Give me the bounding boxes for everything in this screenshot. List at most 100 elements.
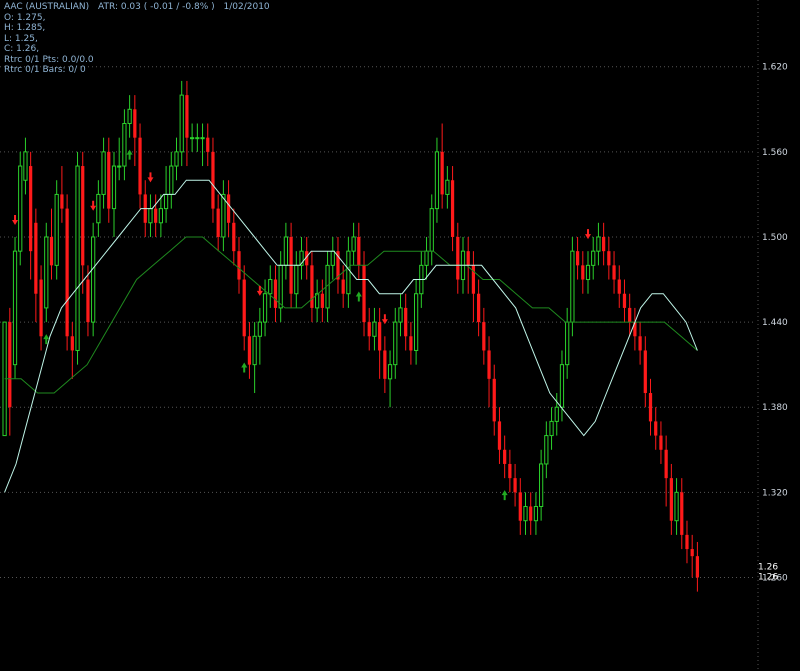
candle-body — [70, 336, 74, 351]
candle — [268, 265, 273, 308]
candle — [122, 109, 127, 181]
candle — [107, 137, 111, 223]
candle-body — [211, 151, 215, 209]
candle — [96, 180, 101, 237]
y-tick-label: 1.560 — [762, 148, 788, 158]
candle — [65, 194, 69, 351]
candle-body — [585, 264, 591, 281]
candle-body — [268, 279, 273, 295]
candle-body — [262, 293, 268, 323]
up-arrow-icon — [241, 362, 248, 373]
candle — [533, 492, 539, 535]
candle-body — [206, 137, 210, 152]
candle-body — [163, 193, 169, 210]
candle-body — [508, 463, 512, 479]
candle — [262, 279, 268, 337]
candle — [612, 251, 616, 294]
candle-body — [523, 506, 528, 522]
candle — [39, 265, 43, 351]
price-chart[interactable]: 1.6201.5601.5001.4401.3801.3201.260 1.26… — [0, 0, 800, 671]
candle-body — [91, 236, 96, 323]
candle-body — [654, 421, 658, 436]
candle — [617, 265, 621, 308]
candle — [638, 322, 642, 365]
candle-body — [65, 208, 69, 337]
candle-body — [86, 279, 90, 323]
candle — [133, 95, 137, 167]
up-arrow-icon — [355, 291, 362, 302]
candle — [242, 265, 246, 351]
candle — [429, 194, 434, 266]
candle — [190, 123, 195, 152]
candle — [628, 293, 632, 337]
candle-body — [513, 478, 517, 493]
candle-body — [372, 321, 377, 337]
candle — [508, 449, 512, 493]
candle-body — [471, 265, 476, 294]
candle — [413, 279, 419, 365]
candle-body — [54, 193, 59, 266]
atr-label: ATR: 0.03 ( -0.01 / -0.8% ) — [98, 2, 215, 12]
candle — [247, 322, 252, 379]
candle — [226, 180, 231, 237]
candle — [310, 251, 314, 323]
candle — [596, 222, 601, 266]
candle-body — [148, 208, 153, 224]
candle — [283, 222, 289, 280]
candle-body — [554, 406, 559, 422]
down-arrow-icon — [90, 200, 97, 211]
candle-body — [648, 393, 653, 422]
candle — [434, 137, 440, 223]
candle-body — [424, 250, 429, 266]
candle — [633, 307, 637, 351]
candle-body — [533, 506, 539, 522]
candle — [206, 123, 210, 167]
candle — [549, 407, 554, 450]
candle-body — [612, 265, 616, 280]
candle — [351, 222, 356, 266]
candle — [492, 364, 496, 436]
candle-body — [257, 321, 262, 337]
candle-body — [450, 180, 455, 237]
candle-body — [226, 194, 231, 223]
candle-body — [596, 236, 601, 252]
candle — [482, 307, 486, 365]
candle-body — [357, 236, 361, 266]
candle-body — [111, 165, 117, 210]
candle-body — [18, 165, 23, 252]
candle-body — [559, 364, 565, 408]
candle-body — [75, 165, 80, 351]
candle — [252, 322, 257, 394]
candle — [49, 208, 54, 280]
candle-body — [8, 322, 12, 408]
candle-body — [445, 179, 450, 195]
close-value: C: 1.26, — [4, 44, 40, 54]
candle-body — [487, 350, 491, 379]
candle-body — [409, 336, 413, 351]
candle — [195, 123, 200, 152]
candle — [378, 307, 382, 379]
candle — [200, 123, 205, 167]
candle — [91, 222, 96, 337]
candle — [34, 208, 38, 323]
candle — [529, 492, 533, 535]
candle-body — [680, 492, 684, 535]
candle — [503, 435, 507, 479]
candle-body — [387, 364, 393, 380]
candle-body — [434, 151, 440, 210]
candle-body — [107, 151, 111, 209]
candle-body — [127, 108, 132, 124]
candle-body — [101, 151, 106, 195]
candle — [8, 307, 12, 436]
fast-ma-line — [4, 179, 698, 493]
candle-body — [190, 137, 195, 140]
candle-body — [242, 279, 246, 337]
candlestick-series — [2, 80, 700, 592]
candle — [487, 336, 491, 408]
candle-body — [174, 151, 179, 167]
candle-body — [237, 251, 241, 280]
candle-body — [34, 222, 38, 294]
candle — [570, 236, 575, 337]
candle — [565, 307, 570, 379]
candle — [221, 180, 226, 252]
